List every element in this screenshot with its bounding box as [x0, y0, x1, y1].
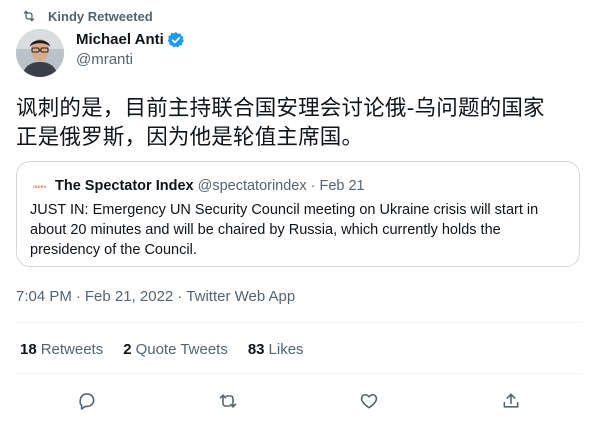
retweet-icon	[23, 10, 35, 22]
tweet-source[interactable]: Twitter Web App	[186, 287, 295, 307]
author-name[interactable]: Michael Anti	[76, 30, 164, 50]
likes-count: 83	[247, 341, 265, 358]
reply-button[interactable]	[70, 384, 104, 418]
retweet-context[interactable]: Kindy Retweeted	[22, 7, 153, 25]
author-block[interactable]: Michael Anti @mranti	[76, 30, 185, 70]
quoted-tweet-header: INDEX The Spectator Index @spectatorinde…	[30, 176, 365, 196]
profile-photo	[16, 29, 64, 77]
tweet-meta: 7:04 PM · Feb 21, 2022 · Twitter Web App	[16, 287, 295, 307]
quoted-author-name: The Spectator Index	[55, 178, 194, 194]
meta-separator: ·	[177, 288, 183, 305]
retweet-button[interactable]	[211, 384, 245, 418]
meta-separator: ·	[75, 288, 81, 305]
reply-icon	[79, 393, 95, 410]
divider	[16, 373, 582, 374]
quotes-label: Quote Tweets	[135, 341, 228, 358]
like-button[interactable]	[352, 384, 386, 418]
quoted-avatar-label: INDEX	[33, 184, 47, 189]
quoted-tweet-avatar: INDEX	[30, 176, 50, 196]
divider	[16, 322, 582, 323]
tweet-time[interactable]: 7:04 PM	[16, 287, 72, 307]
tweet-text-line: 正是俄罗斯，因为他是轮值主席国。	[16, 125, 364, 150]
verified-badge-icon	[167, 32, 184, 48]
retweets-label: Retweets	[40, 341, 104, 358]
quoted-tweet-card[interactable]: INDEX The Spectator Index @spectatorinde…	[16, 161, 580, 267]
quoted-separator: ·	[310, 178, 316, 194]
quotes-stat[interactable]: 2 Quote Tweets	[123, 340, 228, 360]
retweet-icon	[219, 394, 237, 408]
retweet-context-label: Kindy Retweeted	[48, 8, 153, 24]
action-bar	[0, 384, 598, 416]
avatar[interactable]	[16, 29, 64, 77]
quoted-author-handle: @spectatorindex	[197, 178, 307, 194]
author-handle[interactable]: @mranti	[76, 50, 185, 70]
tweet-stats: 18 Retweets 2 Quote Tweets 83 Likes	[20, 340, 324, 360]
quoted-tweet-text: JUST IN: Emergency UN Security Council m…	[30, 202, 539, 258]
tweet-date[interactable]: Feb 21, 2022	[85, 287, 173, 307]
likes-label: Likes	[268, 341, 304, 358]
retweets-count: 18	[20, 341, 37, 358]
quoted-tweet-date: Feb 21	[319, 178, 365, 194]
share-button[interactable]	[494, 384, 528, 418]
share-icon	[503, 393, 519, 408]
tweet-text-line: 讽刺的是，目前主持联合国安理会讨论俄-乌问题的国家	[16, 96, 545, 121]
like-icon	[360, 393, 378, 409]
likes-stat[interactable]: 83 Likes	[248, 340, 304, 360]
tweet-text: 讽刺的是，目前主持联合国安理会讨论俄-乌问题的国家 正是俄罗斯，因为他是轮值主席…	[16, 94, 586, 152]
retweets-stat[interactable]: 18 Retweets	[20, 340, 103, 360]
quotes-count: 2	[123, 341, 132, 358]
